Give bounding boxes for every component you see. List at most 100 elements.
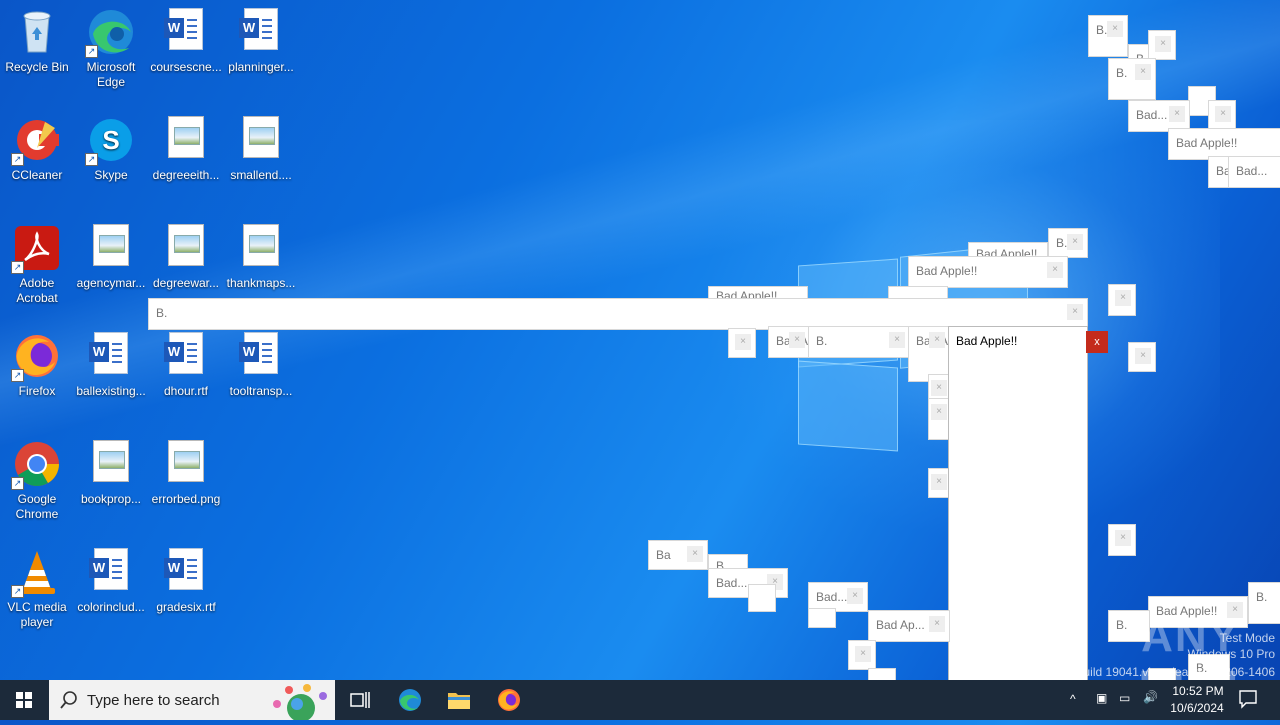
popup-window[interactable]: ×	[1128, 342, 1156, 372]
close-icon[interactable]: ×	[889, 332, 905, 348]
desktop-icon-planninger[interactable]: W planninger...	[224, 2, 298, 75]
image-file-icon	[162, 224, 210, 272]
popup-window[interactable]: B. ×	[1088, 15, 1128, 57]
popup-window[interactable]: Ba ×	[648, 540, 708, 570]
close-icon[interactable]: ×	[847, 588, 863, 604]
windows-logo-pane	[798, 360, 898, 452]
taskbar-search-box[interactable]: Type here to search	[49, 680, 335, 720]
popup-window[interactable]: ×	[1208, 100, 1236, 130]
popup-window[interactable]: ×	[848, 640, 876, 670]
firefox-taskbar-icon[interactable]	[497, 688, 521, 712]
popup-window[interactable]: Bad Apple!! ×	[908, 256, 1068, 288]
popup-window[interactable]: Bad Ap... ×	[868, 610, 950, 642]
close-icon[interactable]: ×	[1135, 64, 1151, 80]
desktop-icon-coursescne[interactable]: W coursescne...	[149, 2, 223, 75]
desktop-icon-dhour[interactable]: W dhour.rtf	[149, 326, 223, 399]
popup-title: Bad...	[716, 576, 748, 590]
build-label: Build 19041.vb_release.191206-1406	[1075, 665, 1276, 679]
popup-window[interactable]: B. ×	[808, 326, 910, 358]
close-icon[interactable]: x	[1086, 331, 1108, 353]
desktop-icon-edge[interactable]: ↗ Microsoft Edge	[74, 2, 148, 90]
start-button[interactable]	[0, 680, 48, 720]
popup-title: Bad Apple!!	[916, 264, 978, 278]
close-icon[interactable]: ×	[1067, 304, 1083, 320]
close-icon[interactable]: ×	[735, 334, 751, 350]
close-icon[interactable]: ×	[931, 380, 947, 396]
close-icon[interactable]: ×	[789, 332, 805, 348]
close-icon[interactable]: ×	[1067, 234, 1083, 250]
volume-icon[interactable]: 🔊	[1143, 690, 1158, 704]
popup-title: Bad Ap...	[876, 618, 925, 632]
desktop-icon-bookprop[interactable]: bookprop...	[74, 434, 148, 507]
close-icon[interactable]: ×	[1169, 106, 1185, 122]
desktop-icon-chrome[interactable]: ↗ Google Chrome	[0, 434, 74, 522]
desktop-icon-acrobat[interactable]: ↗ Adobe Acrobat	[0, 218, 74, 306]
test-mode-label: Test Mode	[1219, 631, 1275, 645]
popup-window[interactable]	[808, 608, 836, 628]
desktop-icon-label: coursescne...	[150, 60, 222, 74]
popup-window[interactable]: Bad Apple!!×	[768, 326, 810, 358]
popup-window[interactable]: B. ×	[1048, 228, 1088, 258]
active-popup-title: Bad Apple!!	[956, 334, 1018, 348]
close-icon[interactable]: ×	[1215, 106, 1231, 122]
desktop-icon-colorinclud[interactable]: W colorinclud...	[74, 542, 148, 615]
desktop-icon-errorbed[interactable]: errorbed.png	[149, 434, 223, 507]
popup-title: B.	[1256, 590, 1268, 604]
desktop-icon-label: Firefox	[18, 384, 56, 398]
close-icon[interactable]: ×	[929, 616, 945, 632]
desktop-icon-smallend[interactable]: smallend....	[224, 110, 298, 183]
popup-title: B.	[1056, 236, 1068, 250]
popup-title: Bad...	[1236, 164, 1268, 178]
desktop-icon-label: ballexisting...	[76, 384, 146, 398]
desktop-icon-ccleaner[interactable]: ↗ CCleaner	[0, 110, 74, 183]
close-icon[interactable]: ×	[687, 546, 703, 562]
close-icon[interactable]: ×	[1047, 262, 1063, 278]
close-icon[interactable]: ×	[1115, 290, 1131, 306]
file-explorer-icon[interactable]	[447, 688, 471, 712]
desktop-icon-skype[interactable]: S ↗ Skype	[74, 110, 148, 183]
popup-title: Bad Apple!!	[1176, 136, 1238, 150]
image-file-icon	[87, 224, 135, 272]
edge-icon: ↗	[85, 8, 135, 58]
desktop-icon-vlc[interactable]: ↗ VLC media player	[0, 542, 74, 630]
close-icon[interactable]: ×	[931, 474, 947, 490]
desktop-icon-degreeeith[interactable]: degreeeith...	[149, 110, 223, 183]
clock-time[interactable]: 10:52 PM	[1170, 684, 1226, 698]
desktop-icon-thankmaps[interactable]: thankmaps...	[224, 218, 298, 291]
popup-window[interactable]: ×	[728, 328, 756, 358]
desktop-icon-label: dhour.rtf	[163, 384, 209, 398]
show-hidden-icons-chevron-icon[interactable]: ^	[1070, 692, 1076, 706]
desktop-icon-agencymar[interactable]: agencymar...	[74, 218, 148, 291]
popup-window[interactable]: ×	[1108, 284, 1136, 316]
desktop-icon-degreewar[interactable]: degreewar...	[149, 218, 223, 291]
network-icon[interactable]: ▭	[1119, 691, 1130, 705]
close-icon[interactable]: ×	[1135, 348, 1151, 364]
desktop-icon-label: planninger...	[228, 60, 294, 74]
ccleaner-icon: ↗	[11, 116, 61, 166]
edge-taskbar-icon[interactable]	[398, 688, 422, 712]
device-icon[interactable]: ▣	[1096, 691, 1107, 705]
image-file-icon	[162, 116, 210, 164]
popup-window[interactable]: ×	[1148, 30, 1176, 60]
desktop-icon-firefox[interactable]: ↗ Firefox	[0, 326, 74, 399]
desktop-icon-ballexisting[interactable]: W ballexisting...	[74, 326, 148, 399]
desktop-icon-label: errorbed.png	[151, 492, 221, 506]
close-icon[interactable]: ×	[931, 404, 947, 420]
close-icon[interactable]: ×	[1107, 21, 1123, 37]
image-file-icon	[162, 440, 210, 488]
desktop-icon-gradesix[interactable]: W gradesix.rtf	[149, 542, 223, 615]
close-icon[interactable]: ×	[1115, 530, 1131, 546]
popup-window[interactable]: B.	[1248, 582, 1280, 624]
popup-window[interactable]: B. ×	[1108, 58, 1156, 100]
clock-date[interactable]: 10/6/2024	[1166, 701, 1228, 715]
close-icon[interactable]: ×	[1155, 36, 1171, 52]
task-view-icon[interactable]	[348, 688, 372, 712]
notification-center-icon[interactable]	[1238, 688, 1258, 713]
popup-window[interactable]: Bad...	[1228, 156, 1280, 188]
close-icon[interactable]: ×	[855, 646, 871, 662]
desktop-icon-recycle-bin[interactable]: Recycle Bin	[0, 2, 74, 75]
popup-window[interactable]: ×	[1108, 524, 1136, 556]
popup-window[interactable]	[748, 584, 776, 612]
desktop-icon-tooltransp[interactable]: W tooltransp...	[224, 326, 298, 399]
close-icon[interactable]: ×	[929, 332, 945, 348]
